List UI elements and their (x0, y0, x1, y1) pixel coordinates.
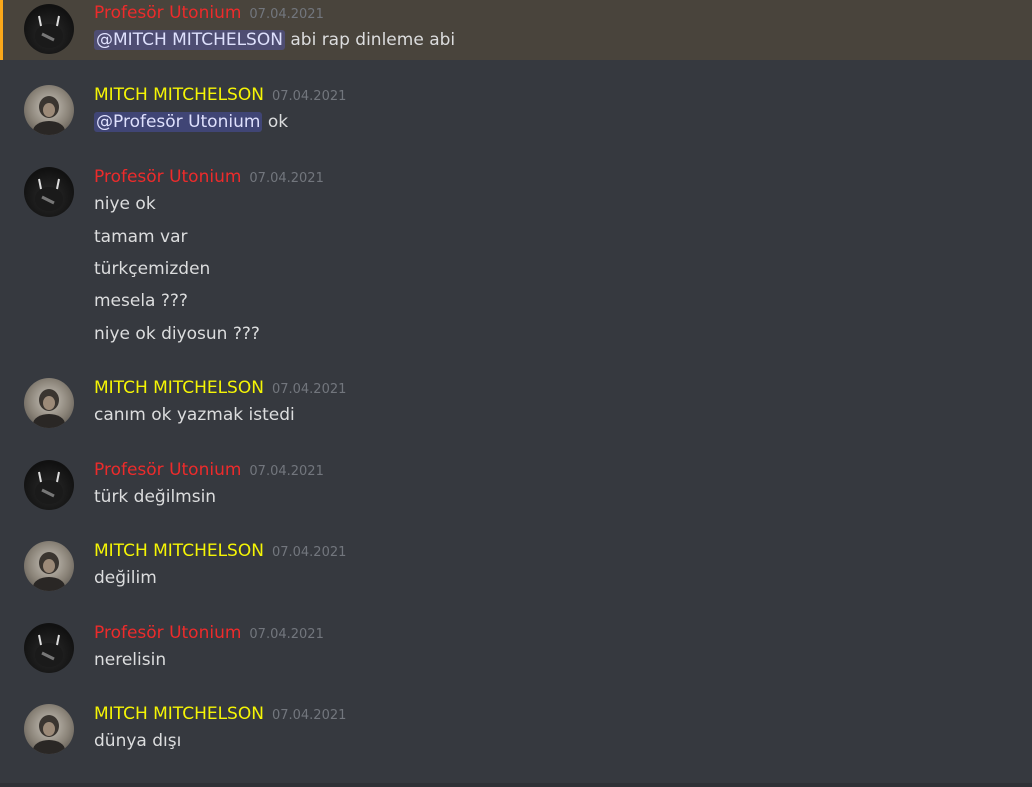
message-text: türkçemizden (94, 259, 211, 279)
avatar[interactable] (24, 378, 74, 428)
message-text: niye ok (94, 194, 156, 214)
message-text: değilim (94, 568, 157, 588)
username[interactable]: MITCH MITCHELSON (94, 378, 264, 398)
username[interactable]: MITCH MITCHELSON (94, 541, 264, 561)
username[interactable]: Profesör Utonium (94, 3, 241, 23)
avatar[interactable] (24, 460, 74, 510)
timestamp: 07.04.2021 (249, 627, 324, 642)
username[interactable]: Profesör Utonium (94, 167, 241, 187)
username[interactable]: MITCH MITCHELSON (94, 85, 264, 105)
message-content: ok (267, 112, 289, 132)
timestamp: 07.04.2021 (271, 708, 347, 723)
timestamp: 07.04.2021 (271, 545, 347, 560)
avatar[interactable] (24, 704, 74, 754)
chat-messages: Profesör Utonium 07.04.2021 @MITCH MITCHE… (0, 0, 1032, 787)
message-text: mesela ??? (94, 291, 188, 311)
message-text: @Profesör Utonium ok (94, 112, 288, 132)
timestamp: 07.04.2021 (271, 89, 347, 104)
user-mention[interactable]: @MITCH MITCHELSON (94, 30, 285, 50)
username[interactable]: Profesör Utonium (94, 623, 241, 643)
avatar[interactable] (24, 167, 74, 217)
message-group: MITCH MITCHELSON 07.04.2021 değilim (0, 538, 1032, 598)
user-mention[interactable]: @Profesör Utonium (94, 112, 263, 132)
message-text: dünya dışı (94, 731, 182, 751)
avatar[interactable] (24, 4, 74, 54)
message-group: MITCH MITCHELSON 07.04.2021 canım ok yazm… (0, 375, 1032, 435)
message-text: tamam var (94, 227, 188, 247)
username[interactable]: Profesör Utonium (94, 460, 241, 480)
divider (0, 783, 1032, 787)
message-text: nerelisin (94, 650, 167, 670)
username[interactable]: MITCH MITCHELSON (94, 704, 264, 724)
timestamp: 07.04.2021 (249, 171, 324, 186)
message-group: MITCH MITCHELSON 07.04.2021 @Profesör Uto… (0, 82, 1032, 142)
message-group: Profesör Utonium 07.04.2021 türk değilmsi… (0, 457, 1032, 517)
message-group: MITCH MITCHELSON 07.04.2021 dünya dışı (0, 701, 1032, 761)
message-text: türk değilmsin (94, 487, 217, 507)
message-text: niye ok diyosun ??? (94, 324, 260, 344)
timestamp: 07.04.2021 (249, 464, 324, 479)
message-group: Profesör Utonium 07.04.2021 niye ok tamam… (0, 164, 1032, 354)
avatar[interactable] (24, 623, 74, 673)
message-text: @MITCH MITCHELSON abi rap dinleme abi (94, 30, 455, 50)
message-text: canım ok yazmak istedi (94, 405, 295, 425)
message-group: Profesör Utonium 07.04.2021 @MITCH MITCHE… (0, 0, 1032, 60)
message-content: abi rap dinleme abi (290, 30, 456, 50)
avatar[interactable] (24, 541, 74, 591)
timestamp: 07.04.2021 (271, 382, 347, 397)
timestamp: 07.04.2021 (249, 7, 324, 22)
message-group: Profesör Utonium 07.04.2021 nerelisin (0, 620, 1032, 680)
avatar[interactable] (24, 85, 74, 135)
